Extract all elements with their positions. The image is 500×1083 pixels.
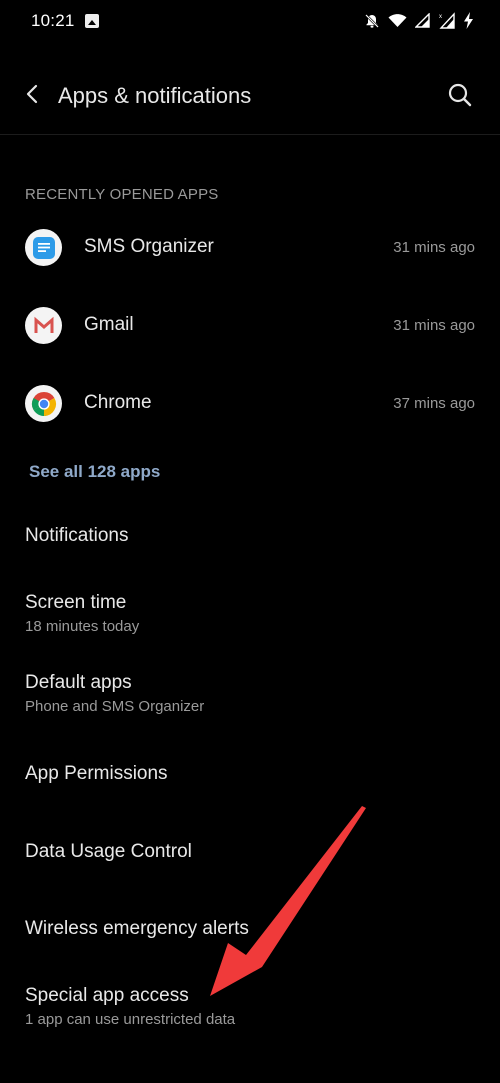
search-button[interactable] <box>446 81 474 109</box>
image-notification-icon <box>85 14 99 28</box>
bell-off-icon <box>365 13 379 28</box>
item-title: Special app access <box>25 985 189 1006</box>
app-name: Chrome <box>84 392 152 413</box>
section-header-recent-apps: RECENTLY OPENED APPS <box>25 186 219 203</box>
app-last-opened: 37 mins ago <box>393 395 475 412</box>
status-time: 10:21 <box>31 11 75 30</box>
status-icons: x <box>364 12 474 29</box>
settings-item-screen-time[interactable]: Screen time 18 minutes today <box>0 592 500 648</box>
app-name: SMS Organizer <box>84 236 214 257</box>
item-title: App Permissions <box>25 763 168 784</box>
settings-item-special-app-access[interactable]: Special app access 1 app can use unrestr… <box>0 985 500 1041</box>
settings-item-wireless-emergency-alerts[interactable]: Wireless emergency alerts <box>0 918 500 958</box>
see-all-apps-link[interactable]: See all 128 apps <box>29 462 160 482</box>
status-bar: 10:21 x <box>0 0 500 44</box>
app-last-opened: 31 mins ago <box>393 317 475 334</box>
settings-item-default-apps[interactable]: Default apps Phone and SMS Organizer <box>0 672 500 728</box>
item-subtitle: Phone and SMS Organizer <box>25 698 205 715</box>
app-last-opened: 31 mins ago <box>393 239 475 256</box>
svg-text:x: x <box>439 14 442 20</box>
item-title: Screen time <box>25 592 127 613</box>
search-icon <box>448 83 472 107</box>
page-title: Apps & notifications <box>58 83 252 108</box>
recent-app-sms-organizer[interactable]: SMS Organizer 31 mins ago <box>0 213 500 283</box>
settings-item-app-permissions[interactable]: App Permissions <box>0 763 500 803</box>
app-bar: Apps & notifications <box>0 60 500 135</box>
recent-app-gmail[interactable]: Gmail 31 mins ago <box>0 291 500 361</box>
item-title: Default apps <box>25 672 132 693</box>
wifi-icon <box>388 14 407 27</box>
chrome-icon <box>25 385 62 422</box>
item-title: Notifications <box>25 525 129 546</box>
settings-item-notifications[interactable]: Notifications <box>0 525 500 565</box>
signal-no-data-icon: x <box>439 12 455 29</box>
gmail-icon <box>25 307 62 344</box>
item-title: Data Usage Control <box>25 841 192 862</box>
item-subtitle: 1 app can use unrestricted data <box>25 1011 236 1028</box>
item-title: Wireless emergency alerts <box>25 918 249 939</box>
annotation-arrow-shape <box>210 806 366 996</box>
charging-icon <box>464 12 473 29</box>
item-subtitle: 18 minutes today <box>25 618 140 635</box>
sms-organizer-icon <box>25 229 62 266</box>
signal-icon <box>415 13 430 28</box>
chevron-left-icon <box>26 84 38 104</box>
app-name: Gmail <box>84 314 134 335</box>
back-button[interactable] <box>22 82 44 106</box>
settings-item-data-usage-control[interactable]: Data Usage Control <box>0 841 500 881</box>
recent-app-chrome[interactable]: Chrome 37 mins ago <box>0 369 500 439</box>
